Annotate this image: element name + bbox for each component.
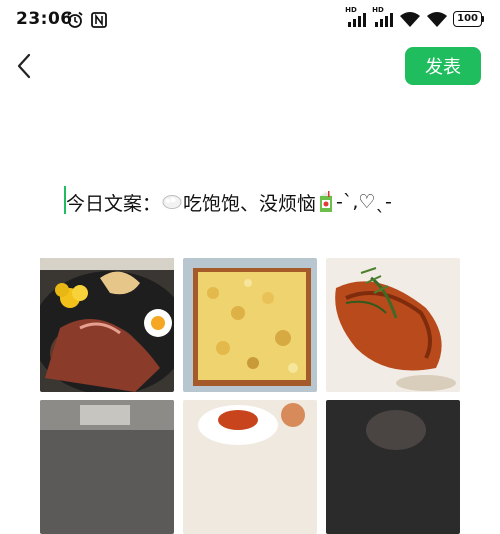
caption-input[interactable]: 今日文案： 吃饱饱、没烦恼 -ˋ,♡ˎ- [64,187,392,217]
status-time: 23:06 [16,9,73,29]
photo-thumbnail-1[interactable] [40,258,174,392]
juice-box-icon [320,191,333,212]
wifi-icon [400,12,421,27]
caption-label: 今日文案： [66,192,162,215]
caption-text: 吃饱饱、没烦恼 [183,192,317,215]
battery-icon: 100 [453,11,484,27]
status-bar: 23:06 HD HD 100 [0,0,500,40]
photo-thumbnail-5[interactable] [183,400,317,534]
wifi-icon-2 [427,12,448,27]
signal-icon: HD [345,6,367,28]
photo-thumbnail-3[interactable] [326,258,460,392]
caption-decoration: -ˋ,♡ˎ- [336,191,392,213]
publish-button[interactable]: 发表 [405,47,481,85]
nfc-icon [91,12,107,28]
signal-icon-2: HD [372,6,394,28]
photo-thumbnail-6[interactable] [326,400,460,534]
alarm-icon [67,11,83,28]
photo-thumbnail-4[interactable] [40,400,174,534]
battery-level: 100 [453,11,482,27]
thought-bubble-icon [162,195,182,209]
back-button[interactable] [10,52,38,80]
chevron-left-icon [17,53,31,79]
photo-thumbnail-2[interactable] [183,258,317,392]
